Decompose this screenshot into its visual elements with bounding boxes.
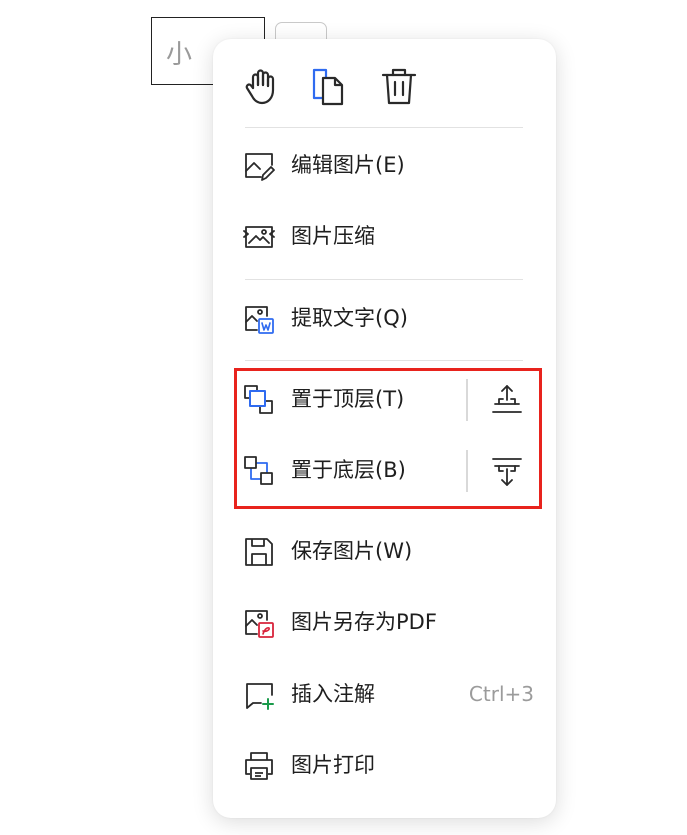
- save-icon: [243, 536, 275, 568]
- menu-item-print-image[interactable]: 图片打印: [213, 736, 556, 796]
- highlight-box: [234, 368, 542, 509]
- save-as-pdf-label: 图片另存为PDF: [291, 610, 437, 634]
- print-icon: [243, 750, 275, 782]
- insert-comment-label: 插入注解: [291, 682, 375, 706]
- save-image-label: 保存图片(W): [291, 539, 413, 563]
- print-image-label: 图片打印: [291, 753, 375, 777]
- quick-action-bar: [213, 39, 556, 127]
- menu-item-save-image[interactable]: 保存图片(W): [213, 522, 556, 582]
- copy-icon[interactable]: [310, 66, 350, 106]
- divider: [245, 127, 523, 128]
- image-to-word-icon: [243, 303, 275, 335]
- edit-image-label: 编辑图片(E): [291, 153, 405, 177]
- menu-item-compress-image[interactable]: 图片压缩: [213, 207, 556, 267]
- menu-item-save-as-pdf[interactable]: 图片另存为PDF: [213, 593, 556, 653]
- image-compress-icon: [243, 221, 275, 253]
- menu-item-insert-comment[interactable]: 插入注解 Ctrl+3: [213, 665, 556, 725]
- divider: [245, 360, 523, 361]
- divider: [245, 279, 523, 280]
- extract-text-label: 提取文字(Q): [291, 306, 408, 330]
- image-to-pdf-icon: [243, 607, 275, 639]
- comment-add-icon: [243, 679, 275, 711]
- hand-icon[interactable]: [241, 66, 281, 106]
- compress-image-label: 图片压缩: [291, 224, 375, 248]
- image-edit-icon: [243, 150, 275, 182]
- menu-item-extract-text[interactable]: 提取文字(Q): [213, 289, 556, 349]
- menu-item-edit-image[interactable]: 编辑图片(E): [213, 136, 556, 196]
- trash-icon[interactable]: [379, 66, 419, 106]
- stage: 小 花: [0, 0, 687, 835]
- insert-comment-shortcut: Ctrl+3: [468, 682, 534, 706]
